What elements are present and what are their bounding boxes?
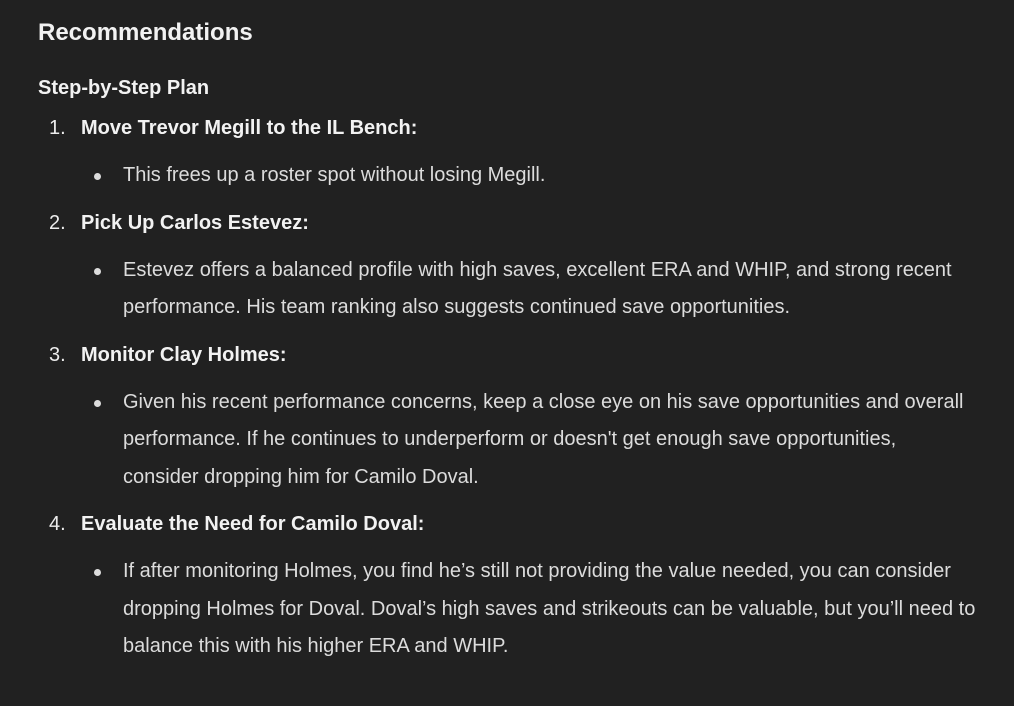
- bullet-text: This frees up a roster spot without losi…: [123, 164, 546, 186]
- bullet-item: Given his recent performance concerns, k…: [81, 384, 976, 497]
- step-item: 2. Pick Up Carlos Estevez: Estevez offer…: [38, 201, 976, 327]
- bullet-dot-icon: [94, 267, 101, 275]
- bullet-dot-icon: [94, 569, 101, 576]
- step-item: 1. Move Trevor Megill to the IL Bench: T…: [38, 106, 976, 195]
- bullet-text: Estevez offers a balanced profile with h…: [123, 258, 952, 319]
- bullet-text: If after monitoring Holmes, you find he’…: [123, 560, 976, 657]
- page-title: Recommendations: [38, 19, 253, 46]
- step-title: Move Trevor Megill to the IL Bench:: [81, 117, 418, 139]
- bullet-list: Estevez offers a balanced profile with h…: [81, 252, 976, 327]
- section-title: Step-by-Step Plan: [38, 77, 210, 99]
- bullet-text: Given his recent performance concerns, k…: [123, 390, 964, 488]
- step-heading: 2. Pick Up Carlos Estevez:: [49, 201, 976, 242]
- step-title: Pick Up Carlos Estevez:: [81, 211, 309, 234]
- bullet-item: Estevez offers a balanced profile with h…: [81, 252, 976, 327]
- bullet-dot-icon: [94, 399, 101, 407]
- step-heading: 4. Evaluate the Need for Camilo Doval:: [49, 502, 976, 543]
- recommendations-document: Recommendations Step-by-Step Plan 1. Mov…: [0, 0, 1014, 706]
- step-number: 1.: [49, 117, 66, 139]
- bullet-item: This frees up a roster spot without losi…: [81, 157, 976, 195]
- step-title: Monitor Clay Holmes:: [81, 343, 287, 366]
- step-number: 3.: [49, 343, 66, 366]
- step-list: 1. Move Trevor Megill to the IL Bench: T…: [38, 106, 976, 666]
- bullet-item: If after monitoring Holmes, you find he’…: [81, 553, 976, 666]
- step-heading: 3. Monitor Clay Holmes:: [49, 333, 976, 374]
- bullet-dot-icon: [94, 173, 101, 180]
- step-number: 2.: [49, 211, 66, 234]
- bullet-list: This frees up a roster spot without losi…: [81, 157, 976, 195]
- bullet-list: If after monitoring Holmes, you find he’…: [81, 553, 976, 666]
- bullet-list: Given his recent performance concerns, k…: [81, 384, 976, 497]
- step-number: 4.: [49, 513, 66, 535]
- step-heading: 1. Move Trevor Megill to the IL Bench:: [49, 106, 976, 147]
- step-item: 3. Monitor Clay Holmes: Given his recent…: [38, 333, 976, 497]
- step-title: Evaluate the Need for Camilo Doval:: [81, 513, 425, 535]
- step-item: 4. Evaluate the Need for Camilo Doval: I…: [38, 502, 976, 666]
